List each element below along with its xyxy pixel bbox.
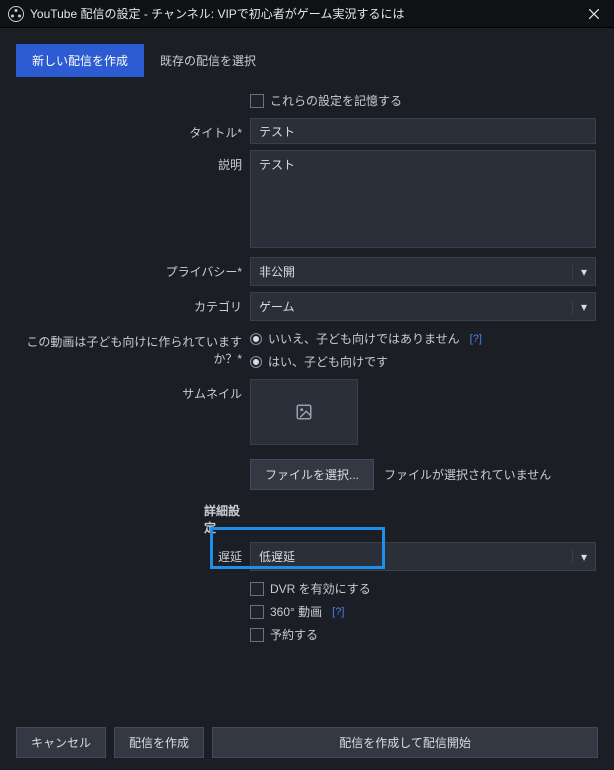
- title-label: タイトル*: [14, 118, 250, 141]
- kids-no-radio[interactable]: いいえ、子ども向けではありません [?]: [250, 327, 596, 350]
- close-button[interactable]: [582, 2, 606, 26]
- radio-icon: [250, 333, 262, 345]
- chevron-down-icon: ▾: [572, 550, 587, 564]
- close-icon: [589, 9, 599, 19]
- schedule-checkbox[interactable]: 予約する: [250, 623, 596, 646]
- create-button[interactable]: 配信を作成: [114, 727, 204, 758]
- checkbox-icon: [250, 605, 264, 619]
- kids-help-link[interactable]: [?]: [470, 333, 482, 345]
- footer: キャンセル 配信を作成 配信を作成して配信開始: [0, 715, 614, 770]
- app-icon: [8, 6, 24, 22]
- thumbnail-label: サムネイル: [14, 379, 250, 402]
- title-input[interactable]: [250, 118, 596, 144]
- schedule-label: 予約する: [270, 626, 318, 643]
- titlebar: YouTube 配信の設定 - チャンネル: VIPで初心者がゲーム実況するには: [0, 0, 614, 28]
- cancel-button[interactable]: キャンセル: [16, 727, 106, 758]
- checkbox-icon: [250, 582, 264, 596]
- form-content: これらの設定を記憶する タイトル* 説明 テスト プライバシー* 非公開 ▾ カ…: [0, 77, 614, 660]
- thumbnail-preview: [250, 379, 358, 445]
- tabbar: 新しい配信を作成 既存の配信を選択: [0, 28, 614, 77]
- tab-existing-stream[interactable]: 既存の配信を選択: [144, 44, 272, 77]
- latency-value: 低遅延: [259, 548, 295, 565]
- radio-icon: [250, 356, 262, 368]
- checkbox-icon: [250, 94, 264, 108]
- window-title: YouTube 配信の設定 - チャンネル: VIPで初心者がゲーム実況するには: [30, 5, 582, 22]
- chevron-down-icon: ▾: [572, 265, 587, 279]
- chevron-down-icon: ▾: [572, 300, 587, 314]
- kids-yes-radio[interactable]: はい、子ども向けです: [250, 350, 596, 373]
- image-icon: [295, 403, 313, 421]
- kids-yes-label: はい、子ども向けです: [268, 353, 388, 370]
- dvr-checkbox[interactable]: DVR を有効にする: [250, 577, 596, 600]
- create-and-start-button[interactable]: 配信を作成して配信開始: [212, 727, 598, 758]
- description-label: 説明: [14, 150, 250, 173]
- latency-label: 遅延: [14, 542, 250, 565]
- tab-new-stream[interactable]: 新しい配信を作成: [16, 44, 144, 77]
- privacy-label: プライバシー*: [14, 257, 250, 280]
- thumbnail-file-status: ファイルが選択されていません: [384, 466, 551, 483]
- kids-label: この動画は子ども向けに作られていますか？*: [14, 327, 250, 367]
- dvr-label: DVR を有効にする: [270, 580, 371, 597]
- category-select[interactable]: ゲーム ▾: [250, 292, 596, 321]
- v360-checkbox[interactable]: 360° 動画 [?]: [250, 600, 596, 623]
- latency-select[interactable]: 低遅延 ▾: [250, 542, 596, 571]
- privacy-value: 非公開: [259, 263, 295, 280]
- category-value: ゲーム: [259, 298, 295, 315]
- kids-no-label: いいえ、子ども向けではありません: [268, 330, 460, 347]
- thumbnail-select-button[interactable]: ファイルを選択...: [250, 459, 374, 490]
- category-label: カテゴリ: [14, 292, 250, 315]
- checkbox-icon: [250, 628, 264, 642]
- advanced-section-title: 詳細設定: [14, 496, 250, 536]
- privacy-select[interactable]: 非公開 ▾: [250, 257, 596, 286]
- v360-help-link[interactable]: [?]: [332, 606, 344, 618]
- v360-label: 360° 動画: [270, 603, 322, 620]
- description-input[interactable]: テスト: [250, 150, 596, 248]
- remember-settings-label: これらの設定を記憶する: [270, 92, 402, 109]
- remember-settings-checkbox[interactable]: これらの設定を記憶する: [250, 89, 596, 112]
